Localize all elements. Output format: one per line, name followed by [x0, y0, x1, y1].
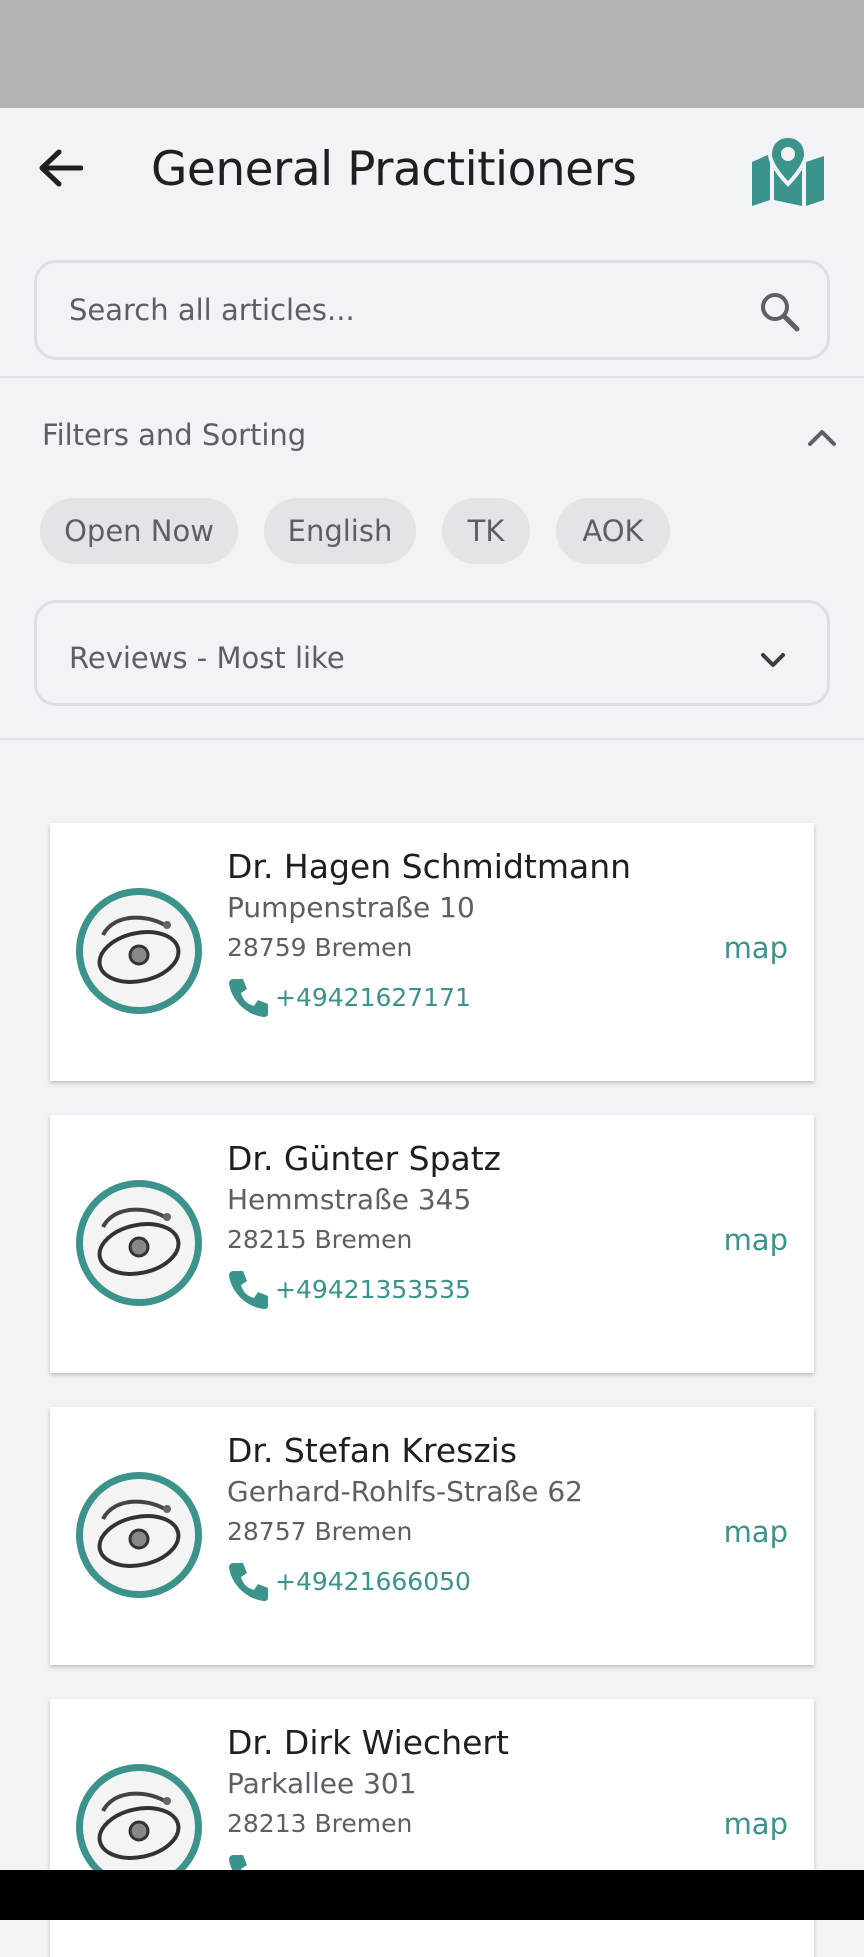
- phone-icon: [229, 979, 268, 1017]
- stethoscope-image: [76, 1472, 202, 1598]
- doctor-city: 28759 Bremen: [227, 933, 413, 962]
- phone-icon: [229, 1563, 268, 1601]
- doctor-name: Dr. Hagen Schmidtmann: [227, 847, 632, 886]
- phone-number: +49421353535: [275, 1274, 471, 1304]
- doctor-street: Hemmstraße 345: [227, 1183, 472, 1216]
- sort-value: Reviews - Most like: [69, 641, 345, 675]
- map-link[interactable]: map: [724, 1807, 788, 1841]
- stethoscope-image: [76, 1180, 202, 1306]
- chevron-up-icon[interactable]: [802, 418, 842, 454]
- map-link[interactable]: map: [724, 1223, 788, 1257]
- back-button[interactable]: [30, 138, 90, 198]
- phone-icon: [229, 1271, 268, 1309]
- chip-aok[interactable]: AOK: [556, 498, 670, 564]
- search-placeholder: Search all articles...: [69, 293, 355, 327]
- chip-tk[interactable]: TK: [442, 498, 530, 564]
- doctor-street: Gerhard-Rohlfs-Straße 62: [227, 1475, 583, 1508]
- doctor-street: Pumpenstraße 10: [227, 891, 475, 924]
- search-icon[interactable]: [757, 289, 801, 333]
- doctor-city: 28215 Bremen: [227, 1225, 413, 1254]
- doctor-name: Dr. Stefan Kreszis: [227, 1431, 518, 1470]
- status-bar: [0, 0, 864, 108]
- chip-open-now[interactable]: Open Now: [40, 498, 238, 564]
- map-view-button[interactable]: [748, 133, 828, 206]
- doctor-city: 28213 Bremen: [227, 1809, 413, 1838]
- doctor-name: Dr. Günter Spatz: [227, 1139, 502, 1178]
- phone-number: +49421627171: [275, 982, 471, 1012]
- arrow-left-icon: [39, 149, 83, 187]
- phone-link[interactable]: +49421627171: [227, 975, 471, 1019]
- doctor-card[interactable]: Dr. Hagen Schmidtmann Pumpenstraße 10 28…: [50, 823, 814, 1081]
- map-link[interactable]: map: [724, 1515, 788, 1549]
- doctor-name: Dr. Dirk Wiechert: [227, 1723, 509, 1762]
- system-nav-bar: [0, 1870, 864, 1920]
- map-pin-icon: [752, 133, 824, 206]
- doctor-card[interactable]: Dr. Stefan Kreszis Gerhard-Rohlfs-Straße…: [50, 1407, 814, 1665]
- doctor-street: Parkallee 301: [227, 1767, 417, 1800]
- divider: [0, 738, 864, 740]
- chevron-down-icon: [761, 653, 785, 667]
- page-title: General Practitioners: [151, 142, 637, 197]
- filters-heading[interactable]: Filters and Sorting: [42, 418, 306, 452]
- divider: [0, 376, 864, 378]
- phone-number: +49421666050: [275, 1566, 471, 1596]
- sort-select[interactable]: Reviews - Most like: [34, 600, 830, 706]
- app-bar: General Practitioners: [0, 108, 864, 228]
- phone-link[interactable]: +49421353535: [227, 1267, 471, 1311]
- stethoscope-image: [76, 888, 202, 1014]
- phone-link[interactable]: +49421666050: [227, 1559, 471, 1603]
- chip-english[interactable]: English: [264, 498, 416, 564]
- search-input[interactable]: Search all articles...: [34, 260, 830, 360]
- doctor-card[interactable]: Dr. Günter Spatz Hemmstraße 345 28215 Br…: [50, 1115, 814, 1373]
- doctor-city: 28757 Bremen: [227, 1517, 413, 1546]
- map-link[interactable]: map: [724, 931, 788, 965]
